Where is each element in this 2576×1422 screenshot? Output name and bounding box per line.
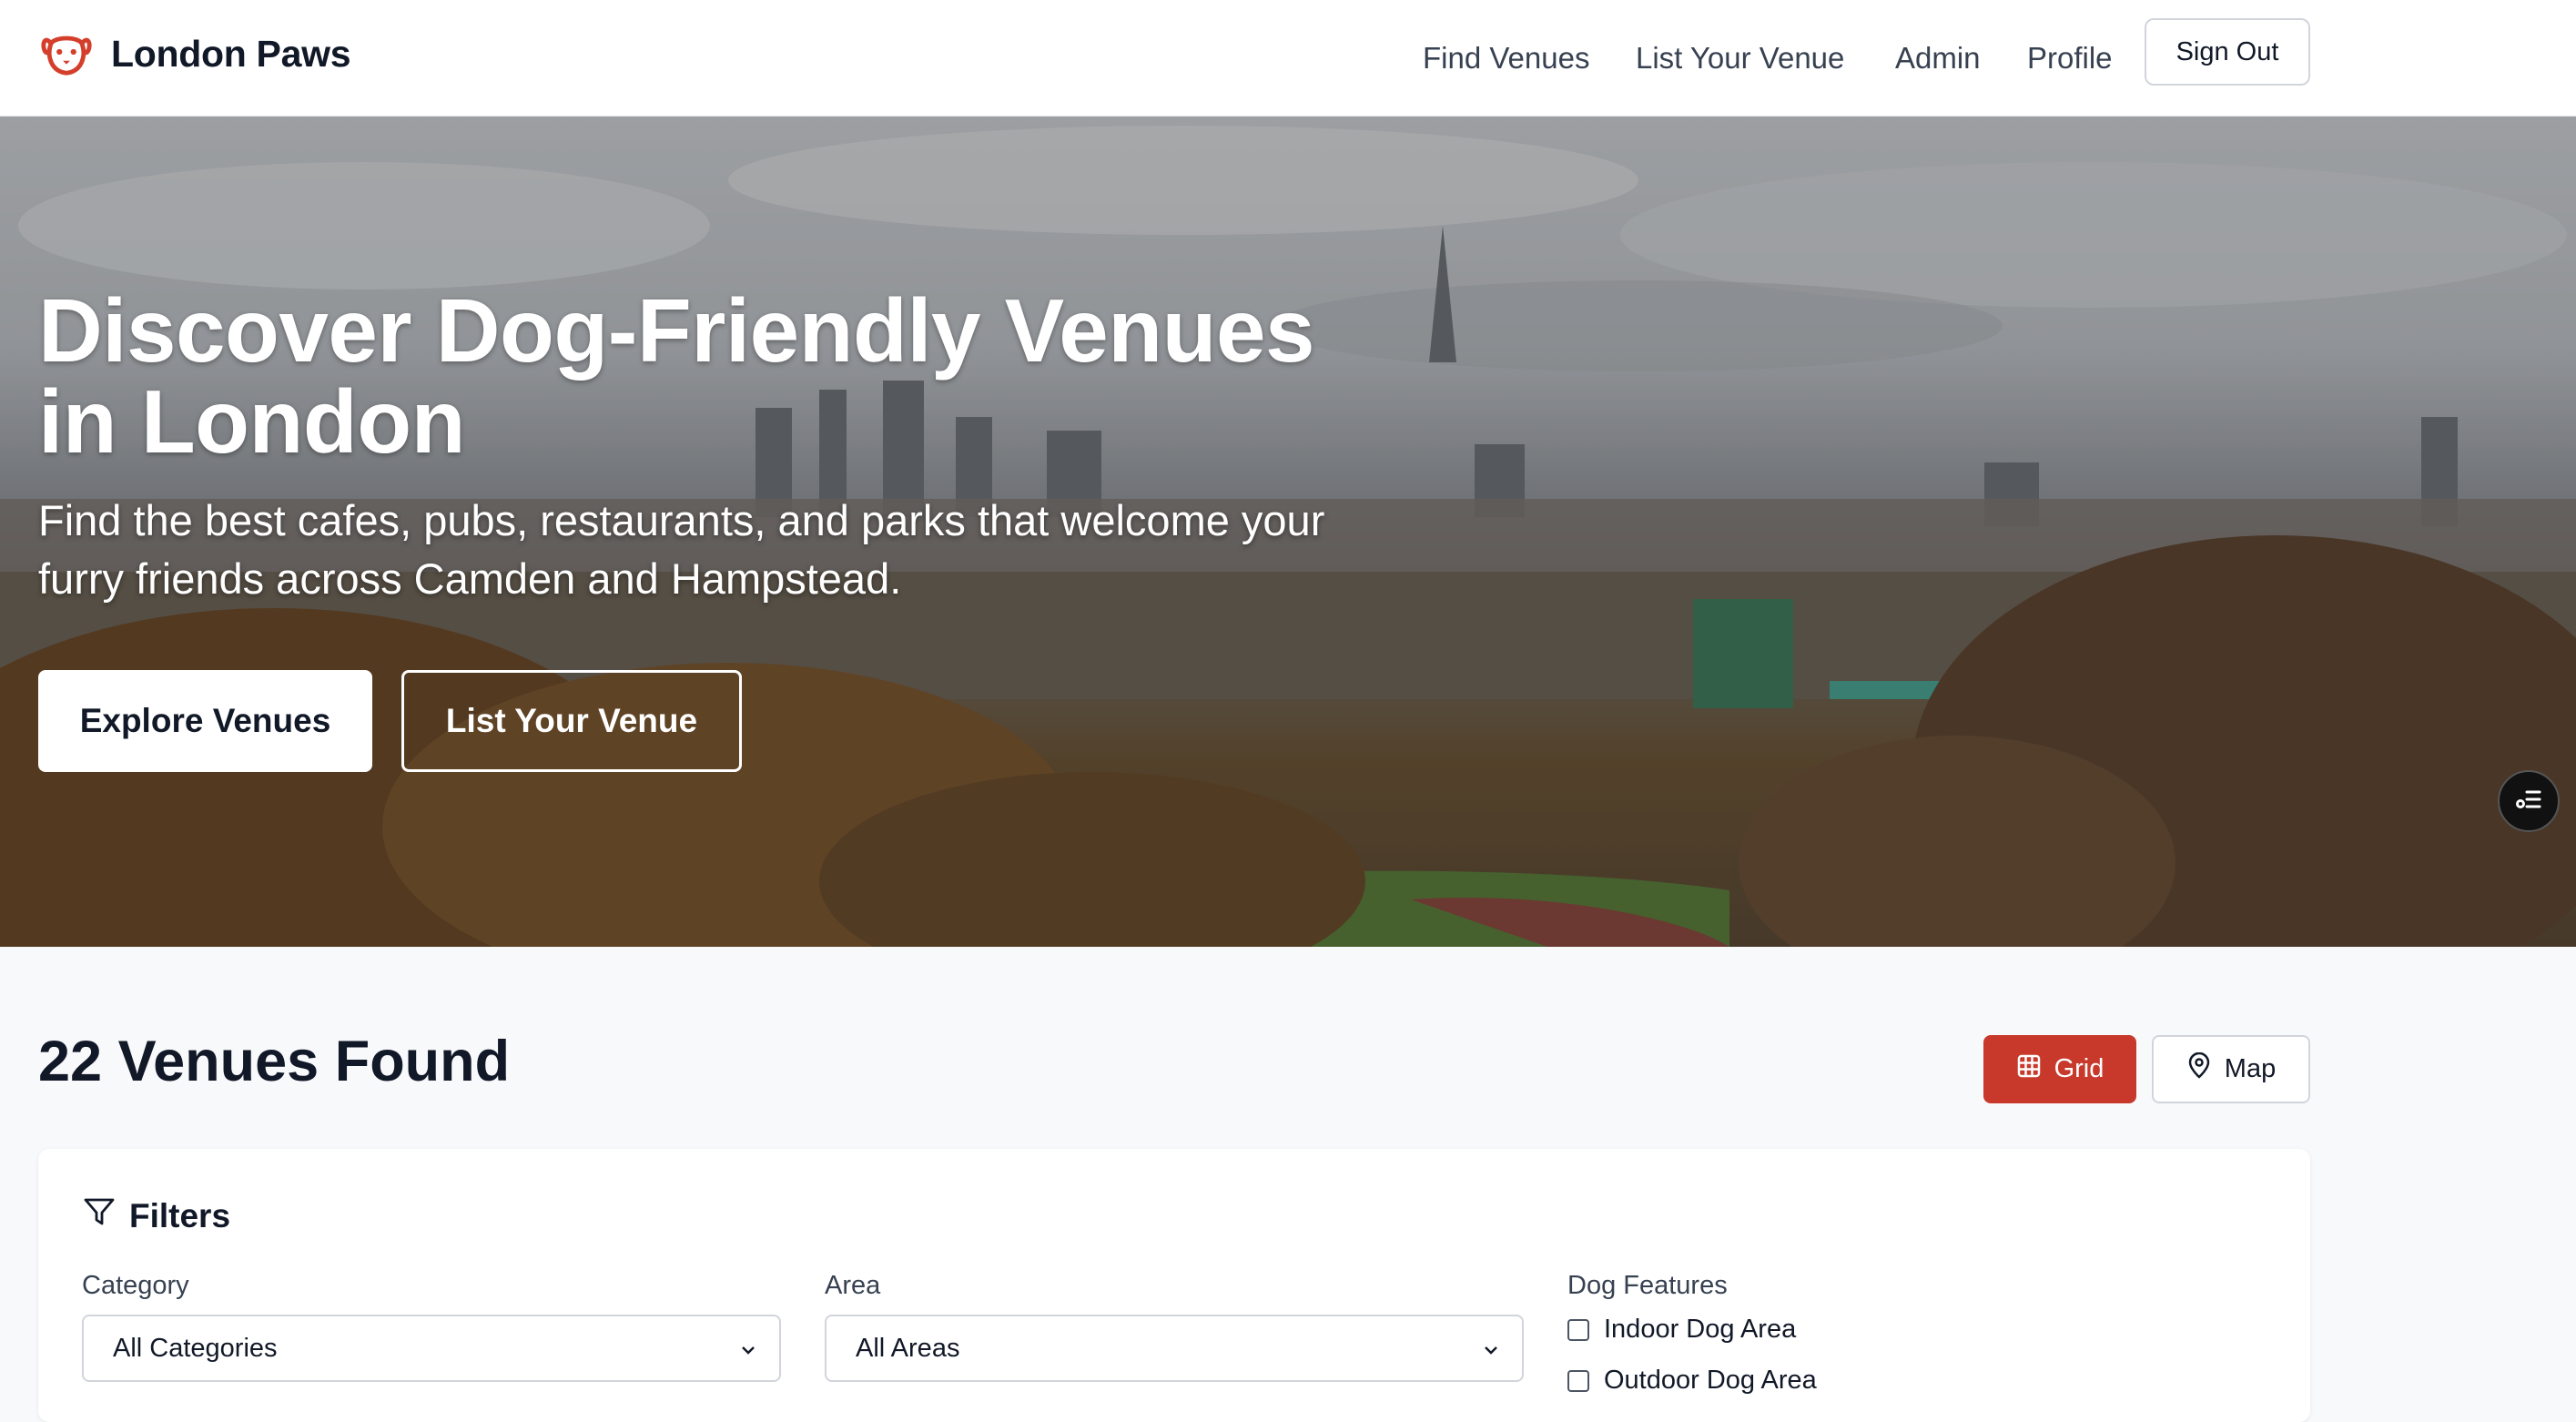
filter-icon (82, 1194, 117, 1237)
map-view-label: Map (2224, 1054, 2277, 1083)
brand-name: London Paws (111, 33, 351, 75)
area-label: Area (825, 1271, 881, 1300)
grid-icon (2016, 1053, 2042, 1086)
indoor-dog-area-label: Indoor Dog Area (1604, 1315, 1797, 1344)
nav-admin[interactable]: Admin (1895, 0, 1981, 116)
chevron-down-icon (737, 1338, 759, 1368)
category-select-value: All Categories (113, 1333, 278, 1363)
hero-banner: Discover Dog-Friendly Venues in London F… (0, 117, 2576, 947)
grid-view-button[interactable]: Grid (1983, 1035, 2136, 1103)
checkbox-box[interactable] (1567, 1318, 1589, 1341)
area-select-value: All Areas (856, 1333, 960, 1363)
explore-venues-button[interactable]: Explore Venues (38, 670, 372, 772)
outdoor-dog-area-label: Outdoor Dog Area (1604, 1366, 1817, 1395)
top-navigation-bar: London Paws Find Venues List Your Venue … (0, 0, 2576, 117)
hero-title: Discover Dog-Friendly Venues in London (38, 280, 1314, 472)
filters-title: Filters (129, 1196, 231, 1234)
outdoor-dog-area-checkbox[interactable]: Outdoor Dog Area (1567, 1366, 1817, 1396)
filters-panel: Filters Category All Categories Area All… (38, 1149, 2310, 1422)
category-label: Category (82, 1271, 189, 1300)
map-pin-icon (2186, 1051, 2212, 1087)
area-select[interactable]: All Areas (825, 1315, 1524, 1382)
hero-subtitle: Find the best cafes, pubs, restaurants, … (38, 496, 1325, 603)
grid-view-label: Grid (2054, 1054, 2104, 1083)
filters-heading: Filters (82, 1194, 230, 1237)
floating-menu-button[interactable] (2498, 770, 2560, 832)
indoor-dog-area-checkbox[interactable]: Indoor Dog Area (1567, 1315, 1796, 1345)
venues-count-heading: 22 Venues Found (38, 1030, 511, 1093)
logo-link[interactable]: London Paws (38, 24, 351, 85)
chevron-down-icon (1480, 1338, 1502, 1368)
nav-list-your-venue[interactable]: List Your Venue (1636, 0, 1844, 116)
dog-logo-icon (38, 24, 95, 85)
dog-features-label: Dog Features (1567, 1271, 1728, 1300)
map-view-button[interactable]: Map (2152, 1035, 2310, 1103)
floating-menu-icon (2513, 784, 2544, 819)
list-your-venue-button[interactable]: List Your Venue (401, 670, 742, 772)
checkbox-box[interactable] (1567, 1369, 1589, 1392)
sign-out-button[interactable]: Sign Out (2145, 18, 2310, 86)
category-select[interactable]: All Categories (82, 1315, 781, 1382)
nav-profile[interactable]: Profile (2027, 0, 2113, 116)
nav-find-venues[interactable]: Find Venues (1423, 0, 1589, 116)
